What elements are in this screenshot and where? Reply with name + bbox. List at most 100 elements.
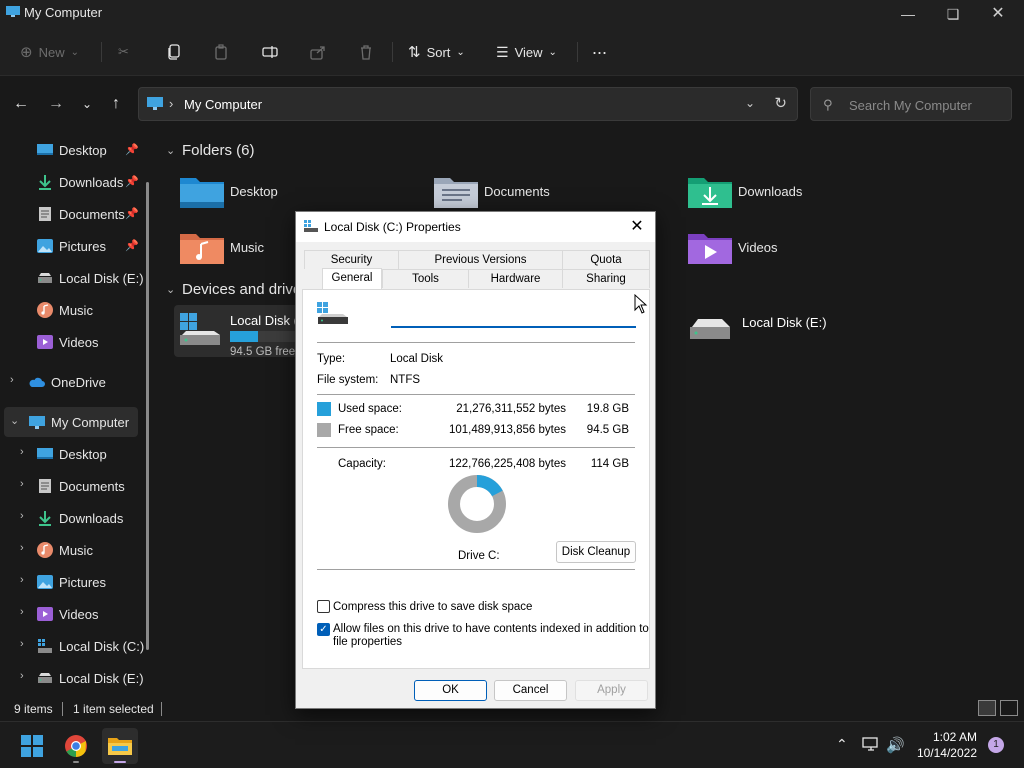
chevron-right-icon[interactable]: › <box>20 574 24 586</box>
drive-tile-local-disk-e[interactable]: Local Disk (E:) <box>686 305 916 357</box>
sidebar-item-label: Local Disk (E:) <box>59 671 144 686</box>
sidebar-item-label: Music <box>59 303 93 318</box>
ok-button[interactable]: OK <box>414 680 487 701</box>
start-button[interactable] <box>14 728 50 764</box>
up-button[interactable]: ↑ <box>106 94 126 114</box>
recent-locations-button[interactable]: ⌄ <box>77 94 97 114</box>
sidebar-item-pictures[interactable]: › Pictures <box>0 567 150 597</box>
used-space-label: Used space: <box>338 403 402 415</box>
index-contents-checkbox[interactable]: ✓ <box>317 623 330 636</box>
chevron-right-icon[interactable]: › <box>20 510 24 522</box>
sidebar-item-local-disk-c[interactable]: › Local Disk (C:) <box>0 631 150 661</box>
copy-button[interactable] <box>166 40 182 64</box>
chevron-down-icon: ⌄ <box>70 46 79 58</box>
sort-button[interactable]: ⇅ Sort ⌄ <box>408 40 465 64</box>
sidebar-item-downloads[interactable]: Downloads 📌 <box>0 167 150 197</box>
view-button[interactable]: ☰ View ⌄ <box>496 40 557 64</box>
running-indicator <box>73 761 79 763</box>
documents-folder-icon <box>434 178 478 208</box>
sidebar-item-downloads[interactable]: › Downloads <box>0 503 150 533</box>
folder-tile-downloads[interactable]: Downloads <box>688 172 928 220</box>
disk-cleanup-button[interactable]: Disk Cleanup <box>556 541 636 563</box>
notification-badge[interactable]: 1 <box>988 737 1004 753</box>
chevron-right-icon[interactable]: › <box>20 638 24 650</box>
refresh-icon[interactable]: ↻ <box>774 94 787 112</box>
active-indicator <box>114 761 126 763</box>
chevron-right-icon[interactable]: › <box>20 478 24 490</box>
used-space-bytes: 21,276,311,552 bytes <box>456 403 566 415</box>
free-space-swatch <box>317 423 331 437</box>
address-history-dropdown[interactable]: ⌄ <box>745 96 755 110</box>
folder-tile-videos[interactable]: Videos <box>688 228 928 276</box>
tab-general[interactable]: General <box>322 268 382 289</box>
sidebar-item-onedrive[interactable]: › OneDrive <box>0 367 150 397</box>
sidebar-item-label: Documents <box>59 479 125 494</box>
chevron-right-icon[interactable]: › <box>20 446 24 458</box>
close-button[interactable]: ✕ <box>988 4 1008 24</box>
sidebar-item-label: Pictures <box>59 239 106 254</box>
tiles-view-button[interactable] <box>1000 700 1018 716</box>
chevron-down-icon[interactable]: ⌄ <box>10 414 19 427</box>
cut-button[interactable]: ✂ <box>118 40 129 64</box>
sidebar-item-desktop[interactable]: › Desktop <box>0 439 150 469</box>
sidebar-item-local-disk-e[interactable]: › Local Disk (E:) <box>0 663 150 693</box>
drive-label: Local Disk (E:) <box>742 315 827 330</box>
search-box[interactable]: ⚲ <box>810 87 1012 121</box>
file-explorer-taskbar-button[interactable] <box>102 728 138 764</box>
cancel-button[interactable]: Cancel <box>494 680 567 701</box>
sidebar-item-music[interactable]: › Music <box>0 535 150 565</box>
tab-previous-versions[interactable]: Previous Versions <box>398 250 562 269</box>
new-button[interactable]: ⊕ New ⌄ <box>20 40 79 64</box>
window-title: My Computer <box>24 5 103 20</box>
show-hidden-icons-button[interactable]: ⌃ <box>836 736 848 753</box>
chevron-right-icon[interactable]: › <box>20 606 24 618</box>
sidebar-item-documents[interactable]: › Documents <box>0 471 150 501</box>
back-button[interactable]: ← <box>11 94 31 114</box>
tab-sharing[interactable]: Sharing <box>562 269 650 288</box>
sidebar-item-music[interactable]: Music <box>0 295 150 325</box>
sidebar-scrollbar[interactable] <box>146 182 149 650</box>
pin-icon: 📌 <box>125 240 139 252</box>
forward-button[interactable]: → <box>46 94 66 114</box>
view-label: View <box>514 44 543 60</box>
minimize-button[interactable]: — <box>898 4 918 24</box>
drive-icon <box>38 639 52 653</box>
devices-group-header[interactable]: ⌄ Devices and drives <box>166 281 309 298</box>
dialog-close-button[interactable]: ✕ <box>627 216 647 236</box>
volume-label-input[interactable] <box>391 306 636 328</box>
tab-tools[interactable]: Tools <box>382 269 468 288</box>
tab-quota[interactable]: Quota <box>562 250 650 269</box>
copy-icon <box>168 44 180 60</box>
compress-drive-checkbox[interactable] <box>317 600 330 613</box>
sidebar-item-videos[interactable]: Videos <box>0 327 150 357</box>
chevron-right-icon[interactable]: › <box>10 374 14 386</box>
volume-icon[interactable]: 🔊 <box>886 736 905 754</box>
rename-button[interactable] <box>262 40 278 64</box>
downloads-folder-icon <box>688 178 732 208</box>
sidebar-item-desktop[interactable]: Desktop 📌 <box>0 135 150 165</box>
network-icon[interactable] <box>862 736 880 752</box>
paste-button[interactable] <box>214 40 230 64</box>
sidebar-item-local-disk-e[interactable]: Local Disk (E:) <box>0 263 150 293</box>
maximize-button[interactable]: ❏ <box>943 4 963 24</box>
address-bar[interactable]: › My Computer ⌄ ↻ <box>138 87 798 121</box>
tab-security[interactable]: Security <box>304 250 398 269</box>
sidebar-item-videos[interactable]: › Videos <box>0 599 150 629</box>
apply-button[interactable]: Apply <box>575 680 648 701</box>
breadcrumb[interactable]: My Computer <box>184 97 262 112</box>
chevron-right-icon[interactable]: › <box>20 670 24 682</box>
system-clock[interactable]: 1:02 AM 10/14/2022 <box>905 729 977 761</box>
search-input[interactable] <box>849 95 1004 115</box>
tab-hardware[interactable]: Hardware <box>468 269 562 288</box>
chrome-taskbar-button[interactable] <box>58 728 94 764</box>
sidebar-item-pictures[interactable]: Pictures 📌 <box>0 231 150 261</box>
sidebar-item-my-computer[interactable]: ⌄ My Computer <box>4 407 138 437</box>
details-view-button[interactable] <box>978 700 996 716</box>
sidebar-item-documents[interactable]: Documents 📌 <box>0 199 150 229</box>
folders-group-header[interactable]: ⌄ Folders (6) <box>166 142 255 159</box>
chevron-right-icon[interactable]: › <box>20 542 24 554</box>
more-options-button[interactable]: ... <box>592 36 607 60</box>
group-title: Devices and drives <box>182 281 309 298</box>
share-button[interactable] <box>310 40 326 64</box>
delete-button[interactable] <box>358 40 374 64</box>
